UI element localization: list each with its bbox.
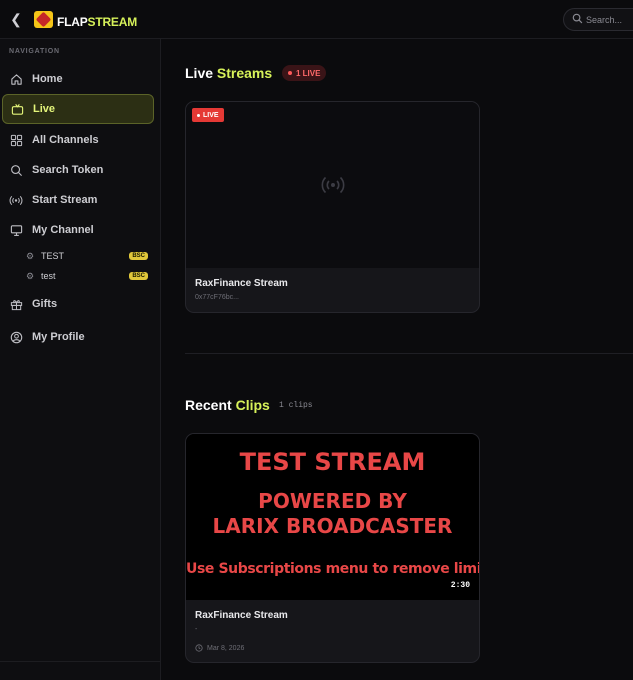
recent-clips-heading: Recent Clips — [185, 397, 270, 413]
channel-name: TEST — [41, 251, 65, 261]
thumb-text-line: POWERED BY — [258, 489, 407, 513]
search-icon — [9, 163, 23, 177]
live-tag-label: LIVE — [203, 111, 219, 119]
nav-heading: NAVIGATION — [9, 48, 60, 55]
sidebar: NAVIGATION Home Live All Channels Search… — [0, 39, 161, 680]
chain-badge: BSC — [129, 272, 148, 280]
clip-title: RaxFinance Stream — [195, 610, 288, 621]
grid-icon — [9, 133, 23, 147]
sidebar-item-label: All Channels — [32, 134, 99, 146]
gear-icon: ⚙ — [26, 270, 35, 281]
sidebar-item-search-token[interactable]: Search Token — [2, 155, 154, 185]
clip-card[interactable]: TEST STREAM POWERED BY LARIX BROADCASTER… — [185, 433, 480, 663]
sidebar-item-my-channel[interactable]: My Channel — [2, 215, 154, 245]
live-dot-icon — [288, 71, 292, 75]
sidebar-item-label: Gifts — [32, 298, 58, 310]
live-count-label: 1 LIVE — [296, 68, 321, 78]
search-icon — [572, 13, 583, 24]
clip-subtitle: - — [195, 626, 198, 633]
sidebar-item-start-stream[interactable]: Start Stream — [2, 185, 154, 215]
sidebar-item-gifts[interactable]: Gifts — [2, 289, 154, 319]
clip-date-row: Mar 8, 2026 — [195, 644, 244, 652]
sidebar-item-label: Home — [32, 73, 63, 85]
clip-duration: 2:30 — [447, 580, 473, 591]
sidebar-item-home[interactable]: Home — [2, 64, 154, 94]
clock-icon — [195, 644, 203, 652]
gift-icon — [9, 297, 23, 311]
stream-thumbnail: LIVE — [186, 102, 479, 268]
broadcast-icon — [321, 176, 345, 194]
clips-count: 1 clips — [279, 401, 313, 410]
stream-title: RaxFinance Stream — [195, 278, 288, 289]
sidebar-item-label: Live — [33, 103, 56, 115]
sidebar-divider — [0, 661, 161, 662]
sidebar-item-label: My Profile — [32, 331, 85, 343]
thumb-text-line: LARIX BROADCASTER — [212, 514, 453, 538]
sidebar-item-label: Start Stream — [32, 194, 98, 206]
thumb-text-line: TEST STREAM — [239, 448, 426, 476]
home-icon — [9, 72, 23, 86]
broadcast-icon — [9, 193, 23, 207]
tv-icon — [10, 102, 24, 116]
sidebar-item-label: Search Token — [32, 164, 104, 176]
channel-item-test-upper[interactable]: ⚙ TEST BSC — [26, 247, 148, 265]
thumb-text-line: Use Subscriptions menu to remove limits — [186, 561, 480, 577]
chain-badge: BSC — [129, 252, 148, 260]
heading-highlight: Clips — [235, 397, 270, 413]
live-streams-heading: Live Streams — [185, 65, 272, 81]
main-content: Live Streams 1 LIVE LIVE RaxFinance Stre… — [161, 39, 633, 680]
heading-text: Recent — [185, 397, 232, 413]
live-count-badge: 1 LIVE — [282, 65, 327, 81]
clip-date: Mar 8, 2026 — [207, 644, 245, 652]
live-stream-card[interactable]: LIVE RaxFinance Stream 0x77cF76bc... — [185, 101, 480, 313]
top-bar: ❮ FLAPSTREAM — [0, 0, 633, 39]
sidebar-item-label: My Channel — [32, 224, 94, 236]
sidebar-item-live[interactable]: Live — [2, 94, 154, 124]
channel-item-test-lower[interactable]: ⚙ test BSC — [26, 267, 148, 285]
heading-highlight: Streams — [216, 65, 273, 81]
sidebar-item-all-channels[interactable]: All Channels — [2, 125, 154, 155]
section-divider — [185, 353, 633, 354]
live-tag: LIVE — [192, 108, 224, 122]
logo-text-stream: STREAM — [87, 15, 138, 29]
channel-name: test — [41, 271, 56, 281]
app-logo[interactable]: FLAPSTREAM — [57, 15, 137, 29]
search-box[interactable] — [563, 8, 633, 31]
gear-icon: ⚙ — [26, 250, 35, 261]
user-circle-icon — [9, 330, 23, 344]
monitor-icon — [9, 223, 23, 237]
live-dot-icon — [197, 113, 200, 117]
sidebar-item-my-profile[interactable]: My Profile — [2, 322, 154, 352]
logo-text-flap: FLAP — [57, 15, 88, 29]
search-input[interactable] — [586, 11, 633, 29]
stream-address: 0x77cF76bc... — [195, 294, 239, 301]
heading-text: Live — [185, 65, 214, 81]
clip-thumbnail: TEST STREAM POWERED BY LARIX BROADCASTER… — [186, 434, 479, 600]
logo-icon[interactable] — [34, 11, 53, 28]
back-arrow-icon[interactable]: ❮ — [8, 9, 24, 29]
